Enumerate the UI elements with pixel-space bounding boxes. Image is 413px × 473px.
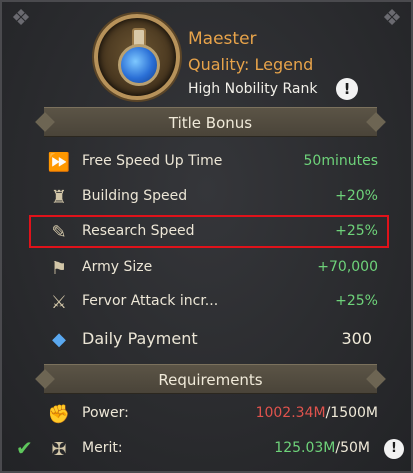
army-banner-icon: ⚑ [50, 257, 68, 279]
corner-ornament-icon: ❖ [11, 6, 31, 31]
bonus-label: Free Speed Up Time [82, 153, 223, 169]
title-quality: Quality: Legend [188, 55, 314, 74]
check-icon: ✔ [16, 436, 33, 460]
title-name: Maester [188, 29, 257, 49]
bonus-label: Building Speed [82, 188, 188, 204]
title-detail-panel: ❖ ❖ Maester Quality: Legend High Nobilit… [0, 0, 413, 473]
title-rank: High Nobility Rank [188, 81, 318, 97]
payment-value: 300 [341, 329, 372, 348]
bonus-value: 50minutes [303, 153, 378, 169]
bonus-value: +25% [335, 293, 378, 309]
bonus-row-building-speed: ♜ Building Speed +20% [42, 182, 382, 212]
requirement-value: 1002.34M/1500M [255, 405, 378, 421]
daily-payment-row: ◆ Daily Payment 300 [42, 324, 382, 354]
bonus-row-fervor-attack: ⚔ Fervor Attack incr... +25% [42, 287, 382, 317]
payment-label: Daily Payment [82, 329, 198, 348]
bonus-row-free-speedup: ⏩ Free Speed Up Time 50minutes [42, 147, 382, 177]
requirement-label: Merit: [82, 440, 123, 456]
requirement-row-power: ✊ Power: 1002.34M/1500M [42, 399, 382, 429]
requirements-header: Requirements [44, 364, 377, 394]
research-speed-highlight [29, 215, 389, 248]
blue-crystal-icon: ◆ [52, 328, 66, 350]
requirement-label: Power: [82, 405, 129, 421]
corner-ornament-icon: ❖ [382, 6, 402, 31]
bonus-label: Army Size [82, 259, 153, 275]
bonus-value: +20% [335, 188, 378, 204]
bonus-row-army-size: ⚑ Army Size +70,000 [42, 253, 382, 283]
title-bonus-header: Title Bonus [44, 107, 377, 137]
merit-info-button[interactable]: ! [384, 439, 404, 459]
requirement-row-merit: ✠ Merit: 125.03M/50M [42, 434, 382, 464]
bonus-label: Fervor Attack incr... [82, 293, 219, 309]
bonus-value: +70,000 [317, 259, 378, 275]
requirement-value: 125.03M/50M [274, 440, 370, 456]
crossed-swords-icon: ⚔ [50, 291, 68, 313]
rank-info-button[interactable]: ! [336, 78, 358, 100]
castle-tower-icon: ♜ [50, 186, 68, 208]
merit-medal-icon: ✠ [51, 438, 67, 460]
fast-forward-free-icon: ⏩ [47, 151, 71, 173]
fist-icon: ✊ [47, 403, 71, 425]
potion-flask-icon [94, 14, 180, 100]
